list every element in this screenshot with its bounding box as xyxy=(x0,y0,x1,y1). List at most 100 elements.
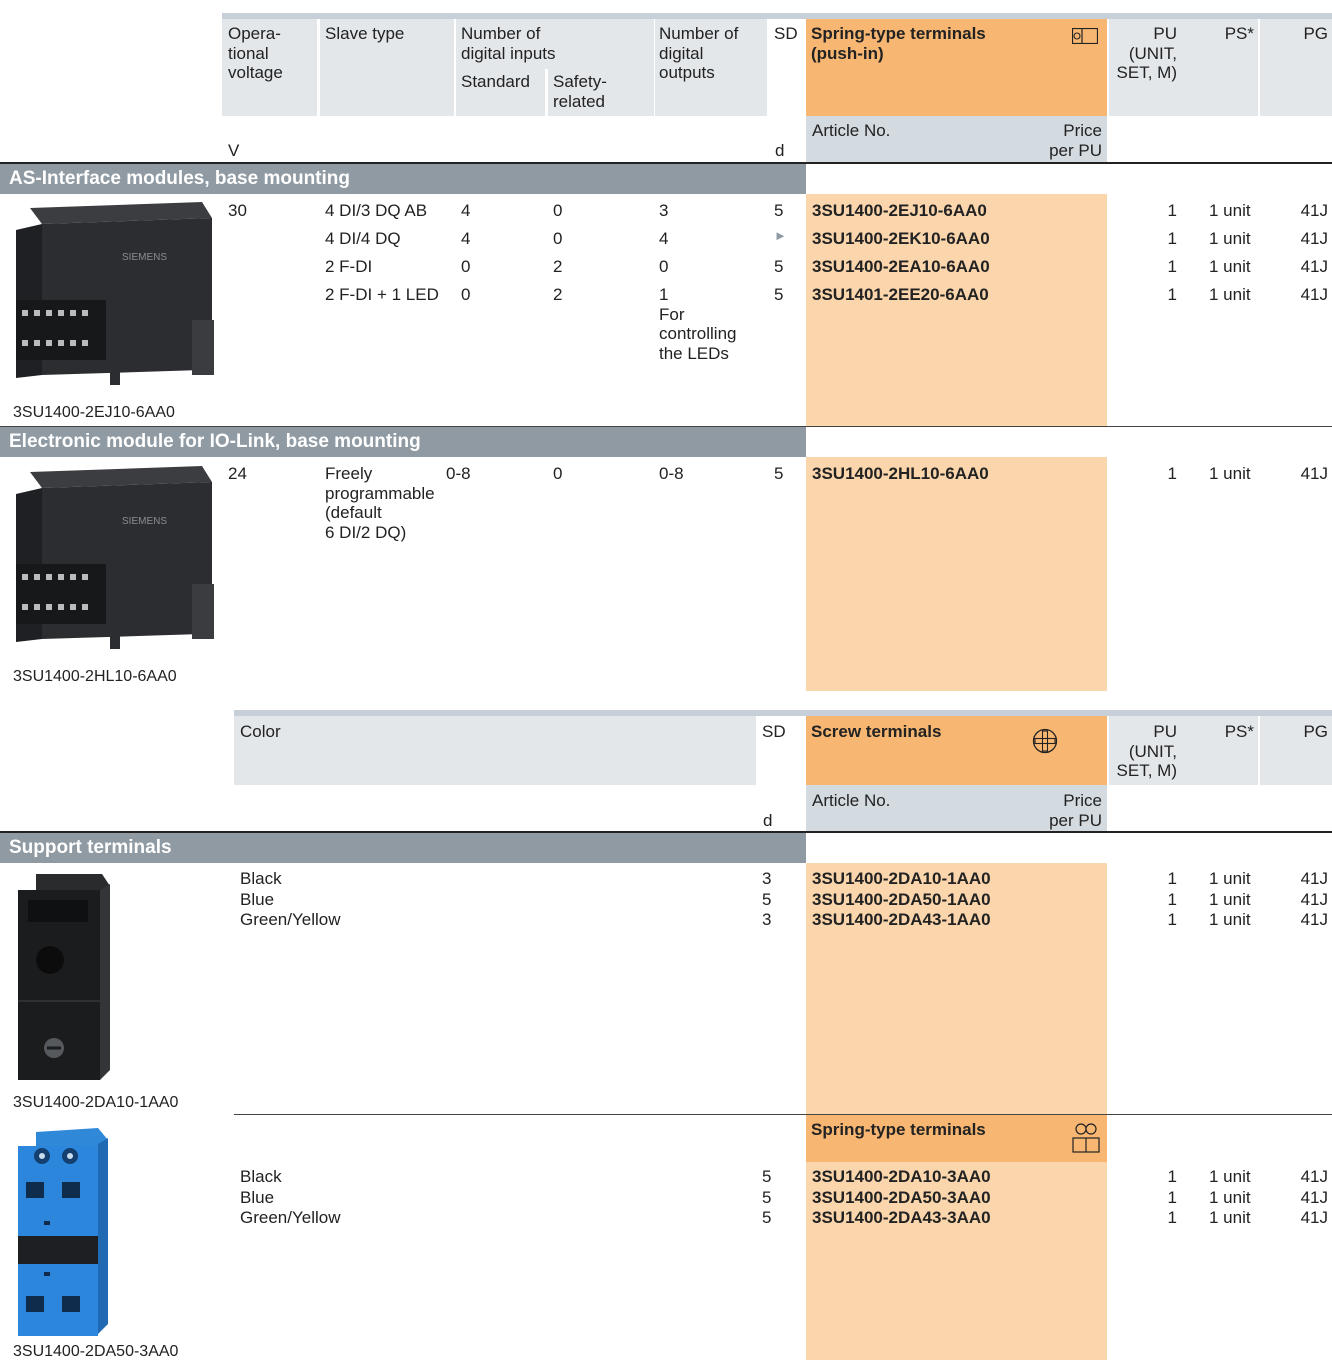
section-title-support-terminals: Support terminals xyxy=(0,833,806,863)
cell-article-no[interactable]: 3SU1400-2DA10-3AA0 3SU1400-2DA50-3AA0 3S… xyxy=(812,1167,991,1229)
screw-terminal-icon xyxy=(1032,728,1058,754)
cell-ps: 1 unit xyxy=(1209,201,1251,220)
section-title-io-link: Electronic module for IO-Link, base moun… xyxy=(0,427,806,457)
col-price-header: Price per PU xyxy=(1049,791,1102,830)
col-pu-header: PU (UNIT, SET, M) xyxy=(1116,24,1177,83)
col-safety-header: Safety- related xyxy=(553,72,607,111)
col-inputs-header: Number of digital inputs xyxy=(461,24,556,63)
col-outputs-header: Number of digital outputs xyxy=(659,24,739,83)
svg-text:SIEMENS: SIEMENS xyxy=(122,516,167,527)
cell-pu: 1 xyxy=(1167,229,1177,248)
cell-ps: 1 unit xyxy=(1209,464,1251,483)
cell-outputs: 4 xyxy=(659,229,669,248)
cell-voltage: 24 xyxy=(228,464,247,483)
image-caption: 3SU1400-2DA50-3AA0 xyxy=(13,1343,179,1360)
col-sd-header: SD xyxy=(762,722,786,741)
image-caption: 3SU1400-2EJ10-6AA0 xyxy=(13,404,175,421)
col-standard-header: Standard xyxy=(461,72,530,91)
section-divider xyxy=(234,1114,1332,1115)
cell-sd: 5 xyxy=(774,285,784,304)
cell-outputs: 1 For controlling the LEDs xyxy=(659,285,737,363)
unit-days: d xyxy=(775,141,785,160)
cell-pg: 41J xyxy=(1300,201,1328,220)
cell-slave-type: 4 DI/3 DQ AB xyxy=(325,201,428,220)
unit-days: d xyxy=(763,811,773,830)
col-sd-header: SD xyxy=(774,24,798,43)
cell-ps: 1 unit 1 unit 1 unit xyxy=(1209,1167,1251,1227)
cell-sd: 5 xyxy=(774,464,784,483)
col-pg-header: PG xyxy=(1303,24,1328,43)
cell-standard: 4 xyxy=(461,229,471,248)
cell-article-no[interactable]: 3SU1400-2DA10-1AA0 3SU1400-2DA50-1AA0 3S… xyxy=(812,869,991,931)
article-column-bg xyxy=(806,457,1107,691)
image-caption: 3SU1400-2HL10-6AA0 xyxy=(13,668,177,685)
cell-outputs: 0 xyxy=(659,257,669,276)
cell-colors: Black Blue Green/Yellow xyxy=(240,869,341,929)
cell-pu: 1 xyxy=(1167,257,1177,276)
cell-slave-type: 4 DI/4 DQ xyxy=(325,229,401,248)
cell-article-no[interactable]: 3SU1400-2EA10-6AA0 xyxy=(812,257,990,277)
cell-pu: 1 1 1 xyxy=(1167,1167,1177,1227)
header-cell-bg xyxy=(234,716,756,785)
cell-pg: 41J xyxy=(1300,229,1328,248)
cell-safety: 2 xyxy=(553,257,563,276)
col-ps-header: PS* xyxy=(1224,722,1254,741)
cell-standard: 4 xyxy=(461,201,471,220)
cell-sd: 5 xyxy=(774,257,784,276)
as-interface-module-image: SIEMENS xyxy=(12,200,222,395)
cell-slave-type: 2 F-DI xyxy=(325,257,373,276)
cell-pg: 41J xyxy=(1300,257,1328,276)
cell-pg: 41J 41J 41J xyxy=(1300,1167,1328,1227)
cell-article-no[interactable]: 3SU1400-2HL10-6AA0 xyxy=(812,464,989,484)
cell-ps: 1 unit 1 unit 1 unit xyxy=(1209,869,1251,929)
image-caption: 3SU1400-2DA10-1AA0 xyxy=(13,1094,179,1111)
svg-text:SIEMENS: SIEMENS xyxy=(122,252,167,263)
cell-pg: 41J xyxy=(1300,464,1328,483)
cell-outputs: 3 xyxy=(659,201,669,220)
cell-standard: 0 xyxy=(461,285,471,304)
cell-safety: 0 xyxy=(553,201,563,220)
cell-pu: 1 1 1 xyxy=(1167,869,1177,929)
cell-standard: 0 xyxy=(461,257,471,276)
col-pg-header: PG xyxy=(1303,722,1328,741)
cell-pg: 41J xyxy=(1300,285,1328,304)
cell-sd: 3 5 3 xyxy=(762,869,772,929)
cell-pu: 1 xyxy=(1167,464,1177,483)
cell-sd: 5 xyxy=(774,201,784,220)
col-voltage-header: Opera- tional voltage xyxy=(228,24,283,83)
cell-article-no[interactable]: 3SU1400-2EK10-6AA0 xyxy=(812,229,990,249)
cell-ps: 1 unit xyxy=(1209,285,1251,304)
cell-ps: 1 unit xyxy=(1209,229,1251,248)
cell-pu: 1 xyxy=(1167,201,1177,220)
cell-safety: 2 xyxy=(553,285,563,304)
cell-slave-type: 2 F-DI + 1 LED xyxy=(325,285,439,304)
cell-outputs: 0-8 xyxy=(659,464,684,483)
cell-colors: Black Blue Green/Yellow xyxy=(240,1167,341,1227)
push-in-terminal-icon xyxy=(1071,27,1099,45)
spring-terminals-label: Spring-type terminals xyxy=(811,1120,986,1139)
cell-safety: 0 xyxy=(553,229,563,248)
black-support-terminal-image xyxy=(14,870,114,1085)
cell-pg: 41J 41J 41J xyxy=(1300,869,1328,929)
cell-sd-arrow: ► xyxy=(774,228,787,243)
col-color-header: Color xyxy=(240,722,281,741)
col-terminals-header: Screw terminals xyxy=(811,722,942,741)
col-article-header: Article No. xyxy=(812,791,891,810)
cell-sd: 5 5 5 xyxy=(762,1167,772,1227)
spring-terminal-icon xyxy=(1072,1122,1100,1154)
section-title-as-interface: AS-Interface modules, base mounting xyxy=(0,164,806,194)
col-pu-header: PU (UNIT, SET, M) xyxy=(1116,722,1177,781)
cell-article-no[interactable]: 3SU1400-2EJ10-6AA0 xyxy=(812,201,987,221)
cell-standard: 0-8 xyxy=(446,464,471,483)
cell-safety: 0 xyxy=(553,464,563,483)
cell-article-no[interactable]: 3SU1401-2EE20-6AA0 xyxy=(812,285,989,305)
col-price-header: Price per PU xyxy=(1049,121,1102,160)
col-ps-header: PS* xyxy=(1224,24,1254,43)
col-slave-type-header: Slave type xyxy=(325,24,405,43)
col-terminals-header: Spring-type terminals (push-in) xyxy=(811,24,986,63)
cell-voltage: 30 xyxy=(228,201,247,220)
unit-voltage: V xyxy=(228,141,240,160)
col-article-header: Article No. xyxy=(812,121,891,140)
cell-pu: 1 xyxy=(1167,285,1177,304)
blue-support-terminal-image xyxy=(14,1126,114,1341)
